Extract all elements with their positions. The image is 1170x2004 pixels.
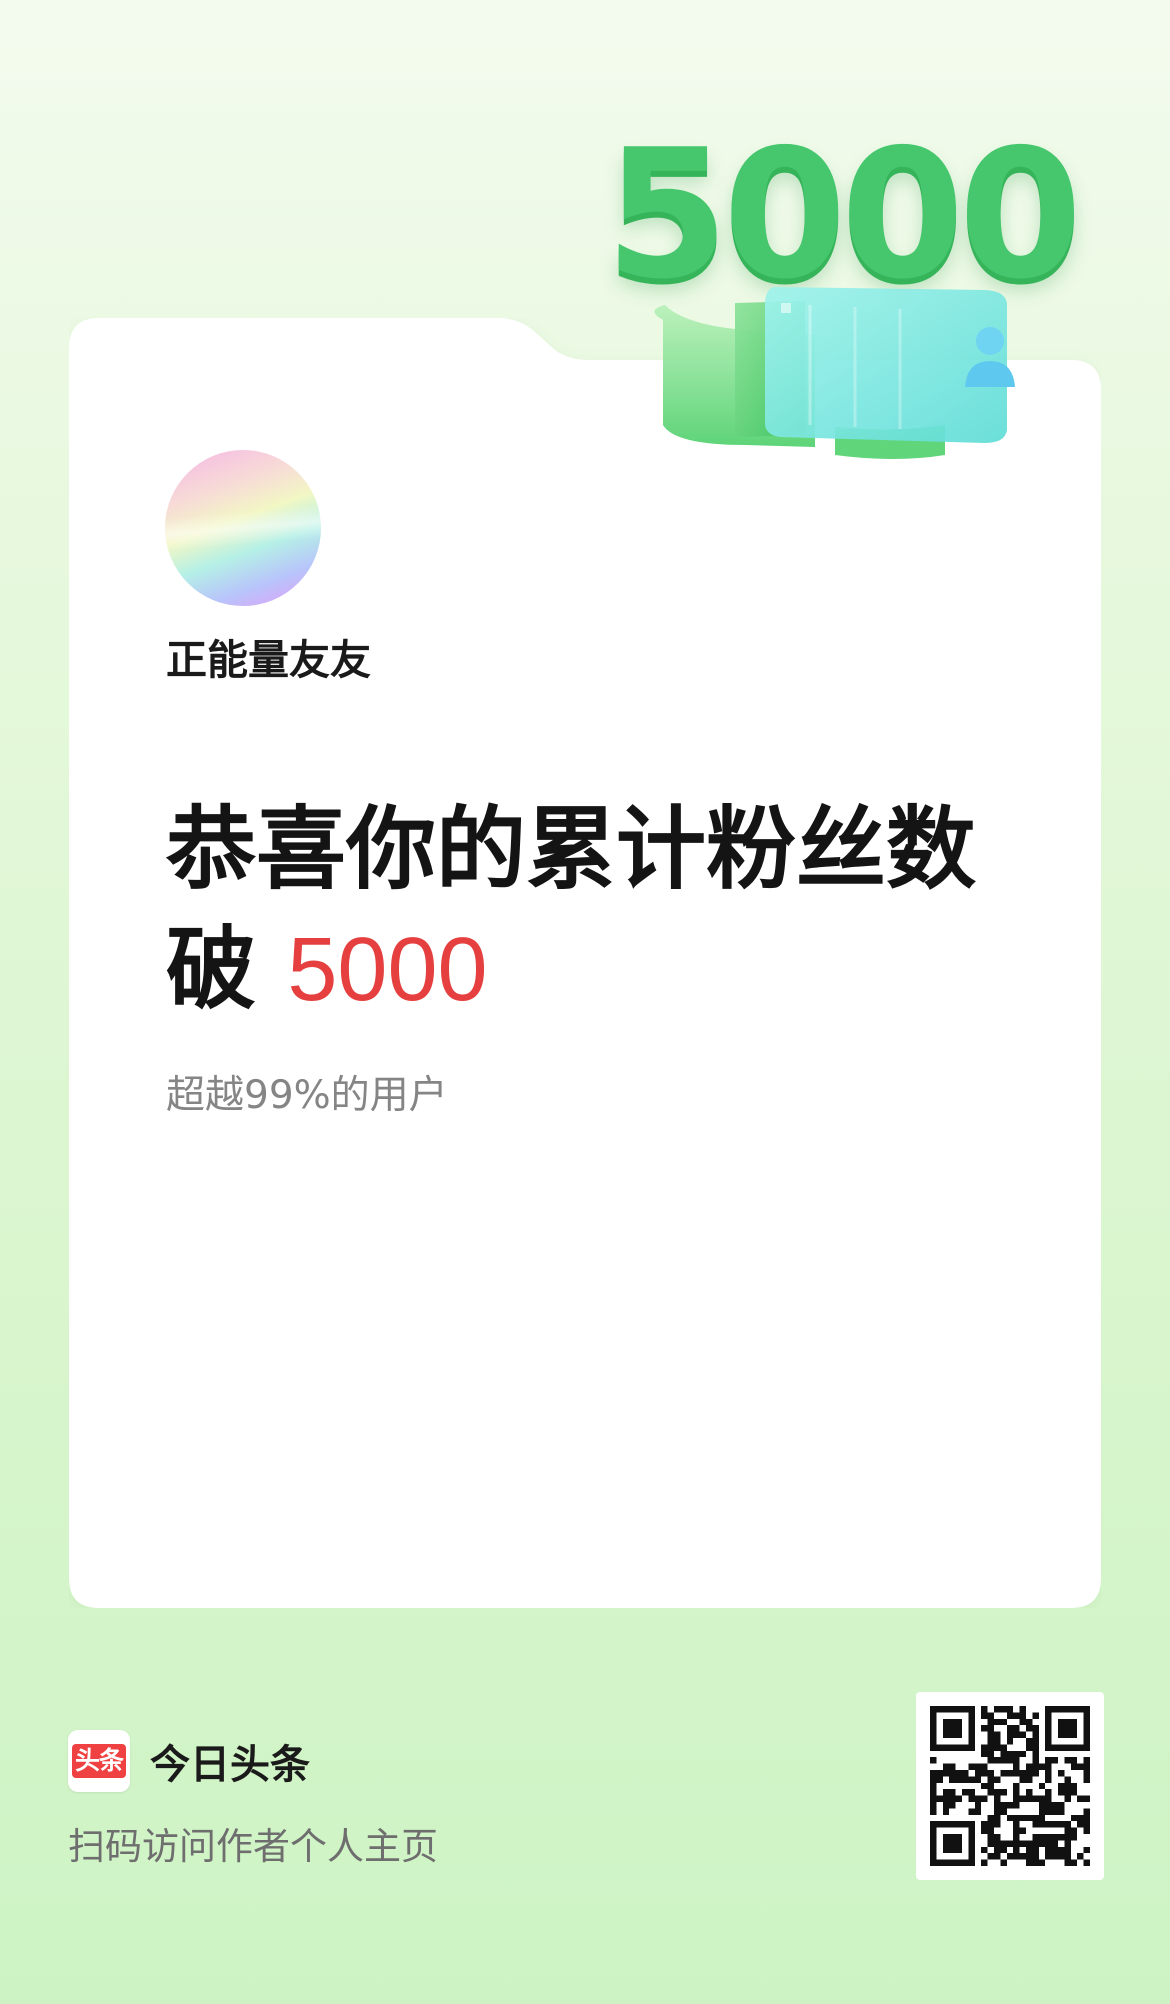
headline-prefix: 破 [166, 917, 256, 1022]
percentile-text: 超越99%的用户 [166, 1073, 448, 1118]
scan-instruction: 扫码访问作者个人主页 [68, 1825, 438, 1868]
logo-text: 头条 [71, 1744, 126, 1778]
qr-code[interactable] [916, 1692, 1104, 1880]
username: 正能量友友 [166, 636, 371, 684]
avatar [165, 450, 321, 606]
app-name: 今日头条 [150, 1742, 310, 1788]
milestone-badge: 5000 [605, 125, 1082, 475]
congrats-headline: 恭喜你的累计粉丝数 破 5000 [166, 790, 1066, 1030]
follower-count: 5000 [287, 920, 488, 1020]
headline-line-1: 恭喜你的累计粉丝数 [166, 797, 976, 902]
headline-line-2: 破 5000 [166, 910, 1066, 1030]
qr-code-pattern [930, 1706, 1090, 1866]
ribbon-illustration [654, 287, 1015, 459]
toutiao-logo-icon: 头条 [68, 1730, 130, 1792]
app-brand: 头条 今日头条 [68, 1730, 310, 1792]
